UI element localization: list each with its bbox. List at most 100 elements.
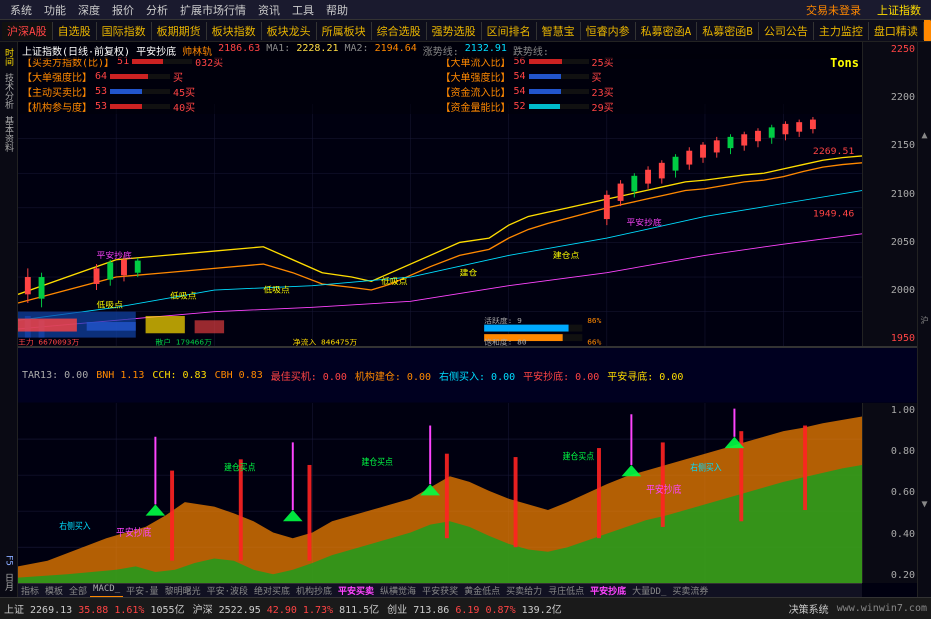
tb-sector-lead[interactable]: 板块龙头 (262, 22, 317, 40)
ma1-label: MA1: (266, 43, 290, 58)
tb-strong[interactable]: 强势选股 (427, 22, 482, 40)
menu-analysis[interactable]: 分析 (140, 2, 174, 18)
tb-shenzhen[interactable]: 沪深A股 (2, 22, 53, 40)
sidebar-tech[interactable]: 技术分析 (0, 71, 17, 111)
menu-quote[interactable]: 报价 (106, 2, 140, 18)
bottom-price-scale: 1.00 0.80 0.60 0.40 0.20 (862, 403, 917, 583)
tab-pa-vol[interactable]: 平安-量 (123, 584, 161, 597)
menu-tools[interactable]: 工具 (286, 2, 320, 18)
index3-val: 139.2亿 (522, 605, 562, 616)
left-indicators: 【买卖方指数(比)】 51 032买 【大单强度比】 64 买 【主动买卖比】 … (22, 54, 440, 114)
tab-seek-low[interactable]: 寻庄低点 (545, 584, 587, 597)
svg-text:低吸点: 低吸点 (263, 285, 289, 294)
tb-board[interactable]: 盘口精读 (869, 22, 924, 40)
capital-amount-row: 【资金量能比】 52 29买 (441, 99, 859, 114)
tar-info: TAR13: 0.00 (22, 370, 88, 381)
tab-pa-floor[interactable]: 平安抄底 (587, 584, 629, 597)
ma-value: 2186.63 (218, 43, 260, 58)
menu-help[interactable]: 帮助 (320, 2, 354, 18)
menu-info[interactable]: 资讯 (252, 2, 286, 18)
tab-gold-low[interactable]: 黄金低点 (461, 584, 503, 597)
tb-monitor[interactable]: 主力监控 (814, 22, 869, 40)
tb-sector-idx[interactable]: 板块指数 (207, 22, 262, 40)
tab-inst-floor[interactable]: 机构抄底 (293, 584, 335, 597)
svg-text:平安抄底: 平安抄底 (116, 526, 152, 539)
cbh-info: CBH 0.83 (215, 370, 263, 381)
tab-dawn[interactable]: 黎明曙光 (162, 584, 204, 597)
capital-in-label: 【资金流入比】 (441, 84, 511, 99)
svg-text:建仓买点: 建仓买点 (361, 456, 393, 467)
sidebar-daily[interactable]: 日月 (0, 571, 17, 593)
tab-floor[interactable]: 绝对买底 (251, 584, 293, 597)
floor-buy: 平安抄底: 0.00 (523, 368, 599, 383)
svg-text:右侧买入: 右侧买入 (59, 520, 91, 531)
sidebar-time[interactable]: 时间 (0, 46, 17, 68)
capital-amount-signal: 29买 (592, 99, 614, 114)
sidebar-right-scroll[interactable]: ▲ (919, 130, 930, 141)
index1-pct: 1.61% (114, 605, 144, 616)
tab-pa-prize[interactable]: 平安获奖 (419, 584, 461, 597)
candlestick-chart[interactable]: 低吸点 低吸点 低吸点 低吸点 建仓 建仓点 平安抄底 平安抄底 2269.51… (18, 104, 862, 346)
tb-hengrei[interactable]: 恒睿内参 (581, 22, 636, 40)
big-vol-signal: 买 (173, 69, 183, 84)
svg-text:低吸点: 低吸点 (170, 291, 196, 300)
left-sidebar: 时间 技术分析 基本资料 F5 日月 (0, 42, 18, 597)
tab-flow[interactable]: 买卖流券 (669, 584, 711, 597)
svg-text:66%: 66% (587, 338, 602, 346)
sidebar-basic[interactable]: 基本资料 (0, 114, 17, 154)
inst-pos: 机构建仓: 0.00 (355, 368, 431, 383)
bottom-p020: 0.20 (865, 570, 915, 581)
capital-amount-bar (529, 104, 589, 109)
tab-vertical[interactable]: 纵横觉海 (377, 584, 419, 597)
price-2200: 2200 (865, 92, 915, 103)
tb-intl-index[interactable]: 国际指数 (97, 22, 152, 40)
flash-btn[interactable]: 闪电手 (924, 20, 931, 42)
tb-private-a[interactable]: 私募密函A (636, 22, 698, 40)
chart-title: 上证指数(日线·前复权) 平安抄底 (22, 43, 176, 58)
tons-indicator: Tons (830, 56, 859, 70)
capital-in-row: 【资金流入比】 54 23买 (441, 84, 859, 99)
institution-row: 【机构参与度】 53 40买 (22, 99, 440, 114)
not-logged-btn[interactable]: 交易未登录 (800, 2, 867, 18)
tab-big-vol[interactable]: 大量DD_ (629, 584, 669, 597)
tab-macd[interactable]: MACD_ (90, 584, 123, 597)
tb-watchlist[interactable]: 自选股 (53, 22, 97, 40)
tb-announce[interactable]: 公司公告 (759, 22, 814, 40)
menu-depth[interactable]: 深度 (72, 2, 106, 18)
bottom-chart-svg[interactable]: 平安抄底 建仓买点 建仓买点 建仓买点 右侧买入 平安抄底 右侧买入 (18, 403, 862, 583)
index-btn[interactable]: 上证指数 (871, 2, 927, 18)
tab-template[interactable]: 模板 (42, 584, 66, 597)
price-2150: 2150 (865, 140, 915, 151)
menu-function[interactable]: 功能 (38, 2, 72, 18)
bottom-p040: 0.40 (865, 529, 915, 540)
index3-pct: 0.87% (485, 605, 515, 616)
tb-range-rank[interactable]: 区间排名 (482, 22, 537, 40)
right-sidebar: ▲ 沪 ▼ (917, 42, 931, 597)
tb-composite[interactable]: 综合选股 (372, 22, 427, 40)
menu-system[interactable]: 系统 (4, 2, 38, 18)
sidebar-right-mid: 沪 (919, 316, 930, 324)
tb-futures[interactable]: 板期期货 (152, 22, 207, 40)
bottom-tabs-bar: 指标 模板 全部 MACD_ 平安-量 黎明曙光 平安·波段 绝对买底 机构抄底… (18, 583, 862, 597)
drop-label: 跌势线: (513, 43, 549, 58)
best-buy: 最佳买机: 0.00 (271, 368, 347, 383)
price-1950: 1950 (865, 333, 915, 344)
sidebar-f5[interactable]: F5 (2, 553, 16, 568)
tab-buy-sell[interactable]: 买卖给力 (503, 584, 545, 597)
menu-extend[interactable]: 扩展市场行情 (174, 2, 252, 18)
svg-text:散户 179466万: 散户 179466万 (155, 338, 212, 346)
big-vol-value: 64 (95, 71, 107, 82)
tab-all[interactable]: 全部 (66, 584, 90, 597)
tab-pa-buy[interactable]: 平安买卖 (335, 584, 377, 597)
tab-wave[interactable]: 平安·波段 (204, 584, 251, 597)
big-force-value: 54 (514, 71, 526, 82)
big-force-bar (529, 74, 589, 79)
tab-indicator[interactable]: 指标 (18, 584, 42, 597)
svg-text:右侧买入: 右侧买入 (690, 462, 722, 473)
tb-private-b[interactable]: 私募密函B (697, 22, 759, 40)
tb-sector-all[interactable]: 所属板块 (317, 22, 372, 40)
decision-label: 决策系统 (789, 601, 829, 616)
sidebar-right-bottom[interactable]: ▼ (919, 499, 930, 510)
bottom-chart-panel: 平安抄底 建仓买点 建仓买点 建仓买点 右侧买入 平安抄底 右侧买入 1.00 … (18, 403, 917, 597)
tb-smart[interactable]: 智慧宝 (537, 22, 581, 40)
